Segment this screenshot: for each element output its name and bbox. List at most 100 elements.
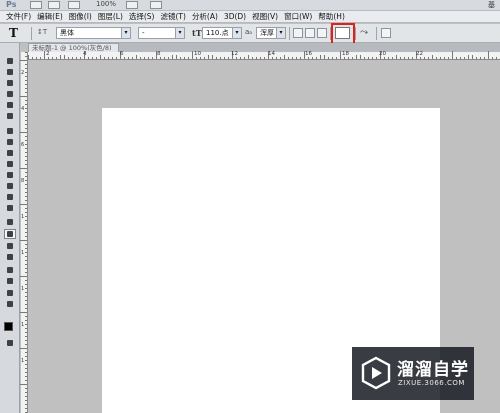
- chevron-down-icon[interactable]: ▾: [276, 28, 285, 38]
- menu-file[interactable]: 文件(F): [6, 11, 31, 22]
- align-center-icon[interactable]: [305, 28, 315, 38]
- menu-select[interactable]: 选择(S): [129, 11, 155, 22]
- ruler-tick: [25, 408, 27, 409]
- quick-selection-tool-icon[interactable]: [5, 90, 15, 98]
- menu-layer[interactable]: 图层(L): [98, 11, 123, 22]
- menu-help[interactable]: 帮助(H): [318, 11, 345, 22]
- ruler-tick: [25, 220, 27, 221]
- chevron-down-icon[interactable]: ▾: [121, 28, 130, 38]
- eraser-tool-icon[interactable]: [5, 171, 15, 179]
- document-tab[interactable]: 未标题-1 @ 100%(灰色/8): [28, 43, 119, 52]
- horizontal-ruler[interactable]: 2 4 6 8 10 12 14 16 18 20 22: [28, 51, 500, 60]
- ruler-tick: [25, 188, 27, 189]
- ruler-tick: [25, 128, 27, 129]
- menu-3d[interactable]: 3D(D): [224, 12, 246, 21]
- ruler-tick: [180, 57, 181, 59]
- text-orientation-icon[interactable]: ↕T: [37, 28, 47, 36]
- menu-analysis[interactable]: 分析(A): [192, 11, 218, 22]
- chevron-down-icon[interactable]: ▾: [232, 28, 241, 38]
- warp-text-icon[interactable]: ⤳: [360, 27, 368, 38]
- 3d-orbit-tool-icon[interactable]: [5, 277, 15, 285]
- character-panel-icon[interactable]: [381, 28, 391, 38]
- ruler-tick: [20, 348, 27, 349]
- play-logo-icon: [361, 356, 391, 390]
- pen-tool-icon[interactable]: [5, 218, 15, 226]
- menu-edit[interactable]: 编辑(E): [37, 11, 63, 22]
- options-bar: T ↕T 黑体 ▾ - ▾ tT 110.点 ▾ aₐ 浑厚 ▾ ⤳: [0, 24, 500, 43]
- dodge-tool-icon[interactable]: [5, 204, 15, 212]
- ruler-label: 1: [21, 250, 25, 256]
- ruler-tick: [52, 57, 53, 59]
- mini-bridge-icon[interactable]: [48, 1, 60, 9]
- menu-filter[interactable]: 滤镜(T): [161, 11, 186, 22]
- font-size-select[interactable]: 110.点 ▾: [202, 27, 242, 39]
- align-left-icon[interactable]: [293, 28, 303, 38]
- menu-window[interactable]: 窗口(W): [284, 11, 312, 22]
- type-tool-icon[interactable]: [4, 229, 16, 239]
- bridge-icon[interactable]: [30, 1, 42, 9]
- menu-view[interactable]: 视图(V): [252, 11, 278, 22]
- ruler-label: 8: [21, 178, 25, 184]
- shape-tool-icon[interactable]: [5, 253, 15, 261]
- font-family-select[interactable]: 黑体 ▾: [56, 27, 131, 39]
- ruler-tick: [25, 180, 27, 181]
- font-size-value: 110.点: [206, 29, 229, 37]
- zoom-tool-icon[interactable]: [5, 300, 15, 308]
- blur-tool-icon[interactable]: [5, 193, 15, 201]
- arrange-documents-icon[interactable]: [126, 1, 138, 9]
- foreground-color-swatch[interactable]: [4, 322, 13, 331]
- move-tool-icon[interactable]: [5, 57, 15, 65]
- ruler-tick: [240, 57, 241, 59]
- ruler-tick: [444, 57, 445, 59]
- zoom-level[interactable]: 100%: [96, 0, 116, 8]
- watermark: 溜溜自学 ZIXUE.3066.COM: [352, 347, 474, 400]
- ruler-tick: [25, 280, 27, 281]
- ruler-label: 1: [21, 358, 25, 364]
- ruler-tick: [25, 144, 27, 145]
- ruler-tick: [25, 356, 27, 357]
- eyedropper-tool-icon[interactable]: [5, 112, 15, 120]
- tools-panel: [0, 43, 20, 413]
- align-right-icon[interactable]: [317, 28, 327, 38]
- marquee-tool-icon[interactable]: [5, 68, 15, 76]
- healing-brush-tool-icon[interactable]: [5, 127, 15, 135]
- ruler-tick: [132, 57, 133, 59]
- lasso-tool-icon[interactable]: [5, 79, 15, 87]
- ruler-label: 1: [21, 322, 25, 328]
- ruler-tick: [280, 57, 281, 59]
- ruler-tick: [264, 57, 265, 59]
- clone-stamp-tool-icon[interactable]: [5, 149, 15, 157]
- ruler-tick: [288, 57, 289, 59]
- brush-tool-icon[interactable]: [5, 138, 15, 146]
- ruler-tick: [25, 364, 27, 365]
- quick-mask-icon[interactable]: [5, 339, 15, 347]
- history-brush-tool-icon[interactable]: [5, 160, 15, 168]
- vertical-ruler[interactable]: 2 4 6 8 1 1 1 1 1: [20, 52, 28, 413]
- watermark-name: 溜溜自学: [397, 360, 469, 380]
- ruler-tick: [276, 57, 277, 59]
- ruler-tick: [25, 56, 27, 57]
- screen-mode-icon[interactable]: [150, 1, 162, 9]
- crop-tool-icon[interactable]: [5, 101, 15, 109]
- ruler-label: 2: [21, 70, 25, 76]
- menu-image[interactable]: 图像(I): [69, 11, 92, 22]
- chevron-down-icon[interactable]: ▾: [175, 28, 184, 38]
- type-tool-preset-icon[interactable]: T: [9, 26, 18, 40]
- antialias-select[interactable]: 浑厚 ▾: [256, 27, 286, 39]
- hand-tool-icon[interactable]: [5, 289, 15, 297]
- 3d-rotate-tool-icon[interactable]: [5, 266, 15, 274]
- gradient-tool-icon[interactable]: [5, 182, 15, 190]
- ruler-tick: [25, 388, 27, 389]
- photoshop-logo: Ps: [6, 0, 17, 9]
- antialias-icon: aₐ: [245, 28, 253, 36]
- ruler-tick: [284, 55, 285, 59]
- ruler-label: 16: [305, 51, 312, 57]
- ruler-tick: [25, 324, 27, 325]
- ruler-tick: [320, 55, 321, 59]
- workspace-switcher[interactable]: 基: [488, 0, 495, 10]
- view-extras-icon[interactable]: [68, 1, 80, 9]
- font-style-select[interactable]: - ▾: [138, 27, 185, 39]
- ruler-tick: [100, 55, 101, 59]
- ruler-tick: [72, 57, 73, 59]
- path-selection-tool-icon[interactable]: [5, 242, 15, 250]
